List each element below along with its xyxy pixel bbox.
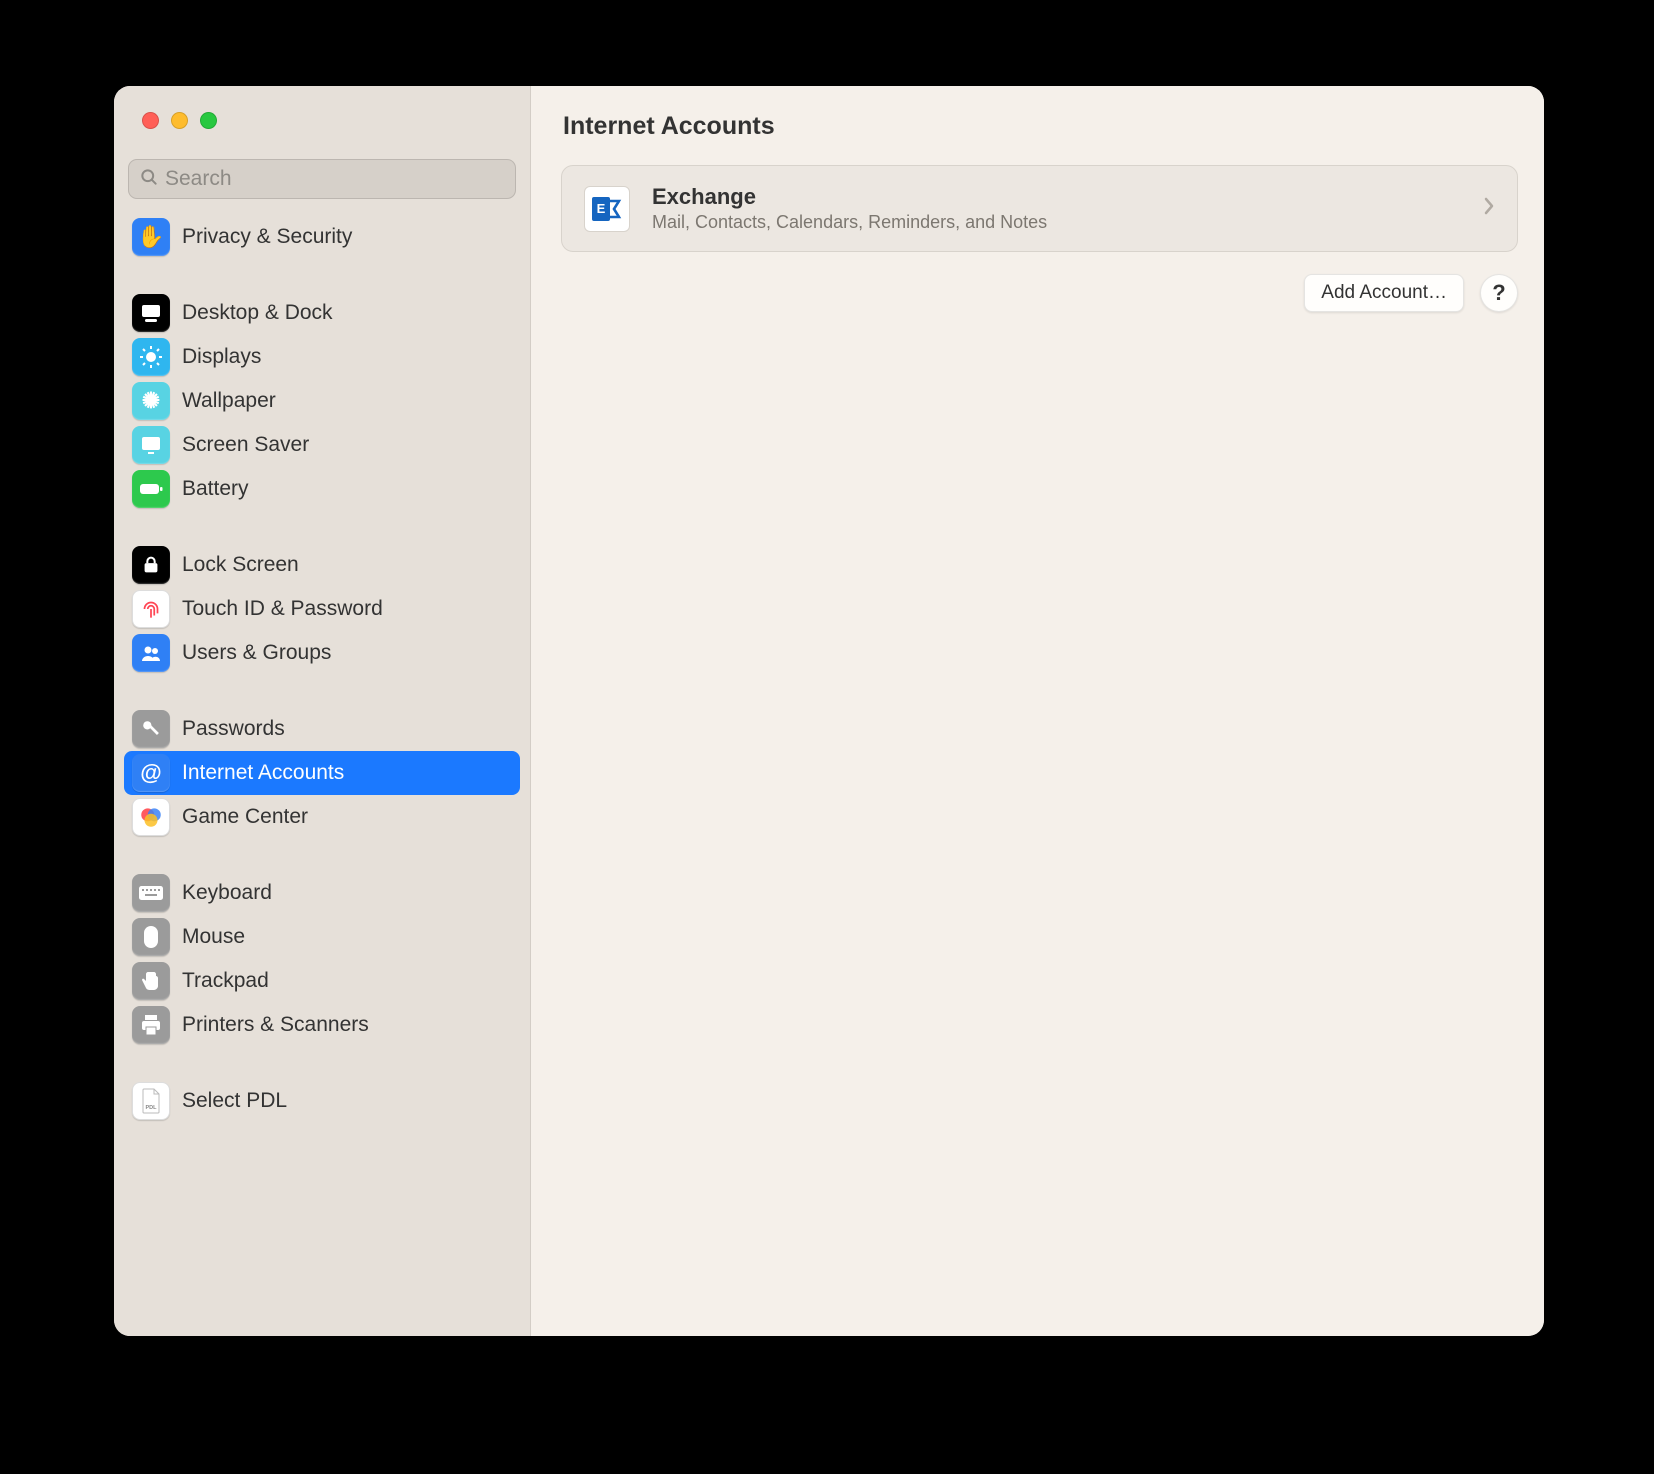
sidebar-item-label: Lock Screen bbox=[182, 553, 299, 577]
game-center-icon bbox=[132, 798, 170, 836]
sidebar-item-label: Battery bbox=[182, 477, 249, 501]
battery-icon bbox=[132, 470, 170, 508]
page-title: Internet Accounts bbox=[563, 112, 1518, 141]
account-row-exchange[interactable]: E Exchange Mail, Contacts, Calendars, Re… bbox=[561, 165, 1518, 252]
main-content: Internet Accounts E Exchange Mail, Conta… bbox=[531, 86, 1544, 1336]
sidebar-item-label: Internet Accounts bbox=[182, 761, 344, 785]
sidebar-item-label: Displays bbox=[182, 345, 261, 369]
sidebar: ✋ Privacy & Security Desktop & Dock Disp… bbox=[114, 86, 531, 1336]
sidebar-item-touch-id[interactable]: Touch ID & Password bbox=[124, 587, 520, 631]
sidebar-item-label: Keyboard bbox=[182, 881, 272, 905]
sidebar-item-lock-screen[interactable]: Lock Screen bbox=[124, 543, 520, 587]
account-subtitle: Mail, Contacts, Calendars, Reminders, an… bbox=[652, 212, 1483, 233]
sidebar-item-wallpaper[interactable]: ✺ Wallpaper bbox=[124, 379, 520, 423]
sidebar-item-displays[interactable]: Displays bbox=[124, 335, 520, 379]
window-controls bbox=[114, 86, 530, 129]
sidebar-item-label: Trackpad bbox=[182, 969, 269, 993]
zoom-window-button[interactable] bbox=[200, 112, 217, 129]
exchange-icon: E bbox=[584, 186, 630, 232]
svg-text:PDL: PDL bbox=[146, 1105, 158, 1111]
sidebar-item-label: Printers & Scanners bbox=[182, 1013, 369, 1037]
sidebar-item-label: Desktop & Dock bbox=[182, 301, 333, 325]
sidebar-item-label: Users & Groups bbox=[182, 641, 331, 665]
sidebar-item-select-pdl[interactable]: PDL Select PDL bbox=[124, 1079, 520, 1123]
sidebar-item-label: Privacy & Security bbox=[182, 225, 352, 249]
search-input[interactable] bbox=[165, 167, 505, 191]
svg-text:E: E bbox=[597, 201, 606, 216]
account-texts: Exchange Mail, Contacts, Calendars, Remi… bbox=[652, 184, 1483, 233]
printer-icon bbox=[132, 1006, 170, 1044]
sidebar-item-trackpad[interactable]: Trackpad bbox=[124, 959, 520, 1003]
close-window-button[interactable] bbox=[142, 112, 159, 129]
mouse-icon bbox=[132, 918, 170, 956]
users-icon bbox=[132, 634, 170, 672]
sidebar-item-label: Wallpaper bbox=[182, 389, 276, 413]
sidebar-item-label: Passwords bbox=[182, 717, 285, 741]
sidebar-item-label: Game Center bbox=[182, 805, 308, 829]
displays-icon bbox=[132, 338, 170, 376]
keyboard-icon bbox=[132, 874, 170, 912]
dock-icon bbox=[132, 294, 170, 332]
sidebar-item-privacy-security[interactable]: ✋ Privacy & Security bbox=[124, 215, 520, 259]
sidebar-item-label: Touch ID & Password bbox=[182, 597, 383, 621]
sidebar-item-passwords[interactable]: Passwords bbox=[124, 707, 520, 751]
sidebar-scroll[interactable]: ✋ Privacy & Security Desktop & Dock Disp… bbox=[114, 207, 530, 1336]
chevron-right-icon bbox=[1483, 197, 1495, 221]
lock-icon bbox=[132, 546, 170, 584]
sidebar-item-game-center[interactable]: Game Center bbox=[124, 795, 520, 839]
sidebar-item-desktop-dock[interactable]: Desktop & Dock bbox=[124, 291, 520, 335]
sidebar-item-users-groups[interactable]: Users & Groups bbox=[124, 631, 520, 675]
settings-window: ✋ Privacy & Security Desktop & Dock Disp… bbox=[114, 86, 1544, 1336]
at-sign-icon: @ bbox=[132, 754, 170, 792]
sidebar-item-battery[interactable]: Battery bbox=[124, 467, 520, 511]
document-icon: PDL bbox=[132, 1082, 170, 1120]
sidebar-item-label: Select PDL bbox=[182, 1089, 287, 1113]
sidebar-item-keyboard[interactable]: Keyboard bbox=[124, 871, 520, 915]
search-wrap bbox=[114, 129, 530, 207]
account-title: Exchange bbox=[652, 184, 1483, 210]
search-field[interactable] bbox=[128, 159, 516, 199]
sidebar-item-mouse[interactable]: Mouse bbox=[124, 915, 520, 959]
sidebar-item-screen-saver[interactable]: Screen Saver bbox=[124, 423, 520, 467]
screen-saver-icon bbox=[132, 426, 170, 464]
action-bar: Add Account… ? bbox=[561, 274, 1518, 312]
minimize-window-button[interactable] bbox=[171, 112, 188, 129]
trackpad-icon bbox=[132, 962, 170, 1000]
sidebar-item-printers-scanners[interactable]: Printers & Scanners bbox=[124, 1003, 520, 1047]
key-icon bbox=[132, 710, 170, 748]
fingerprint-icon bbox=[132, 590, 170, 628]
search-icon bbox=[139, 167, 159, 192]
hand-icon: ✋ bbox=[132, 218, 170, 256]
sidebar-item-label: Screen Saver bbox=[182, 433, 309, 457]
help-button[interactable]: ? bbox=[1480, 274, 1518, 312]
sidebar-item-label: Mouse bbox=[182, 925, 245, 949]
add-account-button[interactable]: Add Account… bbox=[1304, 274, 1464, 312]
wallpaper-icon: ✺ bbox=[132, 382, 170, 420]
sidebar-item-internet-accounts[interactable]: @ Internet Accounts bbox=[124, 751, 520, 795]
